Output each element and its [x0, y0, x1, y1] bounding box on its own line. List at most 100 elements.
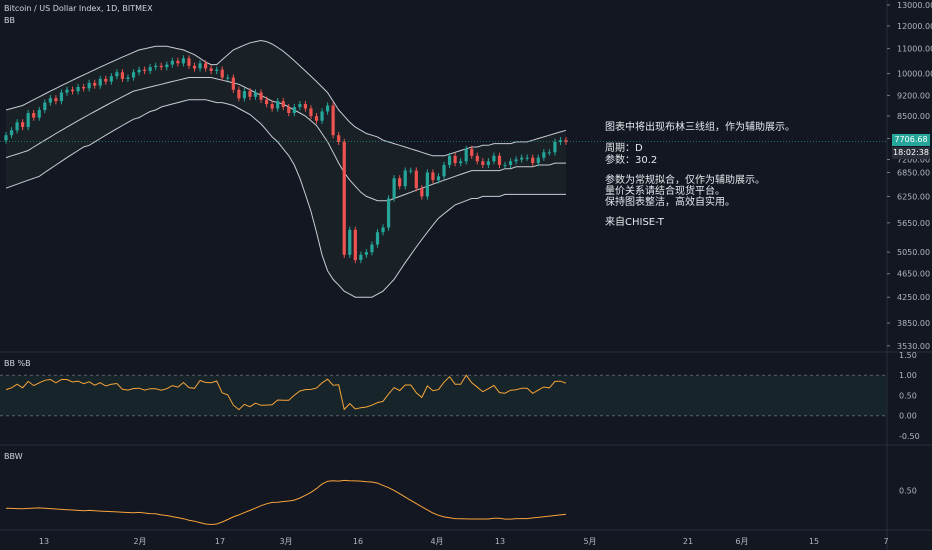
- last-price-badge: 7706.68: [892, 134, 930, 146]
- candle-body: [337, 135, 341, 142]
- y-tick-label: 10000.00: [897, 70, 932, 79]
- candle-body: [475, 155, 479, 162]
- bbpct-tick-label: 1.50: [899, 351, 917, 360]
- candle-body: [409, 170, 413, 172]
- bbpct-band-fill: [0, 375, 887, 416]
- bbpct-tick-label: 1.00: [899, 371, 917, 380]
- candle-body: [320, 111, 324, 121]
- y-tick-label: 9200.00: [897, 91, 930, 100]
- candle-body: [359, 254, 363, 261]
- candle-body: [170, 60, 174, 65]
- candle-body: [159, 65, 163, 68]
- candle-body: [414, 170, 418, 189]
- candle-body: [4, 135, 8, 141]
- candle-body: [536, 157, 540, 164]
- y-tick-label: 5050.00: [897, 248, 930, 257]
- candle-body: [464, 148, 468, 162]
- x-tick-label: 13: [39, 537, 49, 546]
- candle-body: [453, 155, 457, 164]
- candle-body: [525, 157, 529, 159]
- candle-body: [192, 65, 197, 69]
- candle-body: [220, 69, 224, 78]
- candle-body: [314, 116, 319, 121]
- candle-body: [59, 92, 64, 102]
- candle-body: [226, 77, 230, 79]
- y-tick-label: 12000.00: [897, 22, 932, 31]
- candle-body: [375, 232, 380, 245]
- candle-body: [115, 72, 119, 77]
- candle-body: [364, 252, 368, 255]
- candle-body: [547, 152, 551, 154]
- candle-body: [486, 161, 490, 165]
- candle-body: [70, 89, 75, 92]
- note-line-3: 参数：30.2: [605, 155, 658, 166]
- x-tick-label: 16: [353, 537, 363, 546]
- candle-body: [442, 164, 446, 177]
- candle-body: [237, 89, 241, 99]
- candle-body: [248, 91, 252, 97]
- x-tick-label: 3月: [279, 537, 292, 546]
- y-tick-label: 6250.00: [897, 192, 930, 201]
- y-tick-label: 5650.00: [897, 219, 930, 228]
- candle-body: [514, 159, 518, 162]
- y-tick-label: 4250.00: [897, 293, 930, 302]
- bollinger-chart: 13000.00 12000.00 11000.00 10000.00 9200.00 8…: [0, 0, 932, 550]
- candle-body: [264, 99, 269, 105]
- candle-body: [531, 157, 535, 164]
- candle-body: [198, 63, 202, 69]
- y-tick-label: 3850.00: [897, 319, 930, 328]
- candle-body: [331, 105, 335, 136]
- candle-body: [143, 69, 147, 71]
- candle-body: [148, 67, 152, 71]
- y-tick-label: 6850.00: [897, 168, 930, 177]
- indicator-label-bb: BB: [4, 16, 15, 25]
- candle-body: [325, 105, 330, 112]
- candle-body: [508, 161, 513, 165]
- x-tick-label: 2月: [133, 537, 146, 546]
- bbpct-tick-label: -0.50: [899, 432, 920, 441]
- candle-body: [93, 82, 97, 86]
- candle-body: [353, 229, 357, 261]
- x-tick-label: 13: [495, 537, 505, 546]
- candle-body: [87, 82, 91, 89]
- candle-body: [104, 78, 108, 82]
- x-tick-label: 7: [883, 537, 888, 546]
- candle-body: [270, 104, 274, 109]
- candle-body: [165, 64, 169, 68]
- candle-body: [459, 161, 463, 164]
- candle-body: [54, 98, 58, 102]
- candle-body: [204, 63, 208, 69]
- candle-body: [392, 178, 396, 199]
- note-line-2: 周期：D: [605, 143, 643, 154]
- candle-body: [259, 92, 263, 100]
- candle-body: [553, 141, 557, 153]
- bbw-line: [5, 479, 567, 526]
- candle-body: [276, 101, 280, 109]
- candle-body: [298, 104, 302, 107]
- candle-body: [520, 157, 524, 160]
- x-tick-label: 5月: [583, 537, 596, 546]
- candle-body: [420, 188, 424, 197]
- candle-body: [492, 155, 496, 162]
- candle-body: [131, 72, 136, 78]
- y-tick-label: 8500.00: [897, 112, 930, 121]
- note-line-6: 保持图表整洁，高效自实用。: [605, 197, 735, 208]
- bbw-tick-label: 0.50: [899, 486, 917, 495]
- bb-band-fill: [6, 40, 566, 298]
- candle-body: [481, 161, 485, 165]
- candle-body: [342, 141, 346, 255]
- candle-body: [242, 91, 247, 99]
- candle-body: [497, 155, 502, 165]
- candle-body: [253, 92, 258, 97]
- candle-body: [21, 122, 25, 128]
- y-tick-label: 4650.00: [897, 270, 930, 279]
- candle-body: [403, 170, 407, 187]
- y-tick-label: 11000.00: [897, 45, 932, 54]
- note-line-1: 图表中将出现布林三线组，作为辅助展示。: [605, 122, 795, 133]
- candle-body: [303, 104, 308, 109]
- candle-body: [176, 60, 180, 64]
- candle-body: [187, 58, 191, 66]
- indicator-label-bbpct: BB %B: [4, 359, 31, 368]
- candle-body: [425, 172, 429, 197]
- candle-body: [503, 164, 507, 166]
